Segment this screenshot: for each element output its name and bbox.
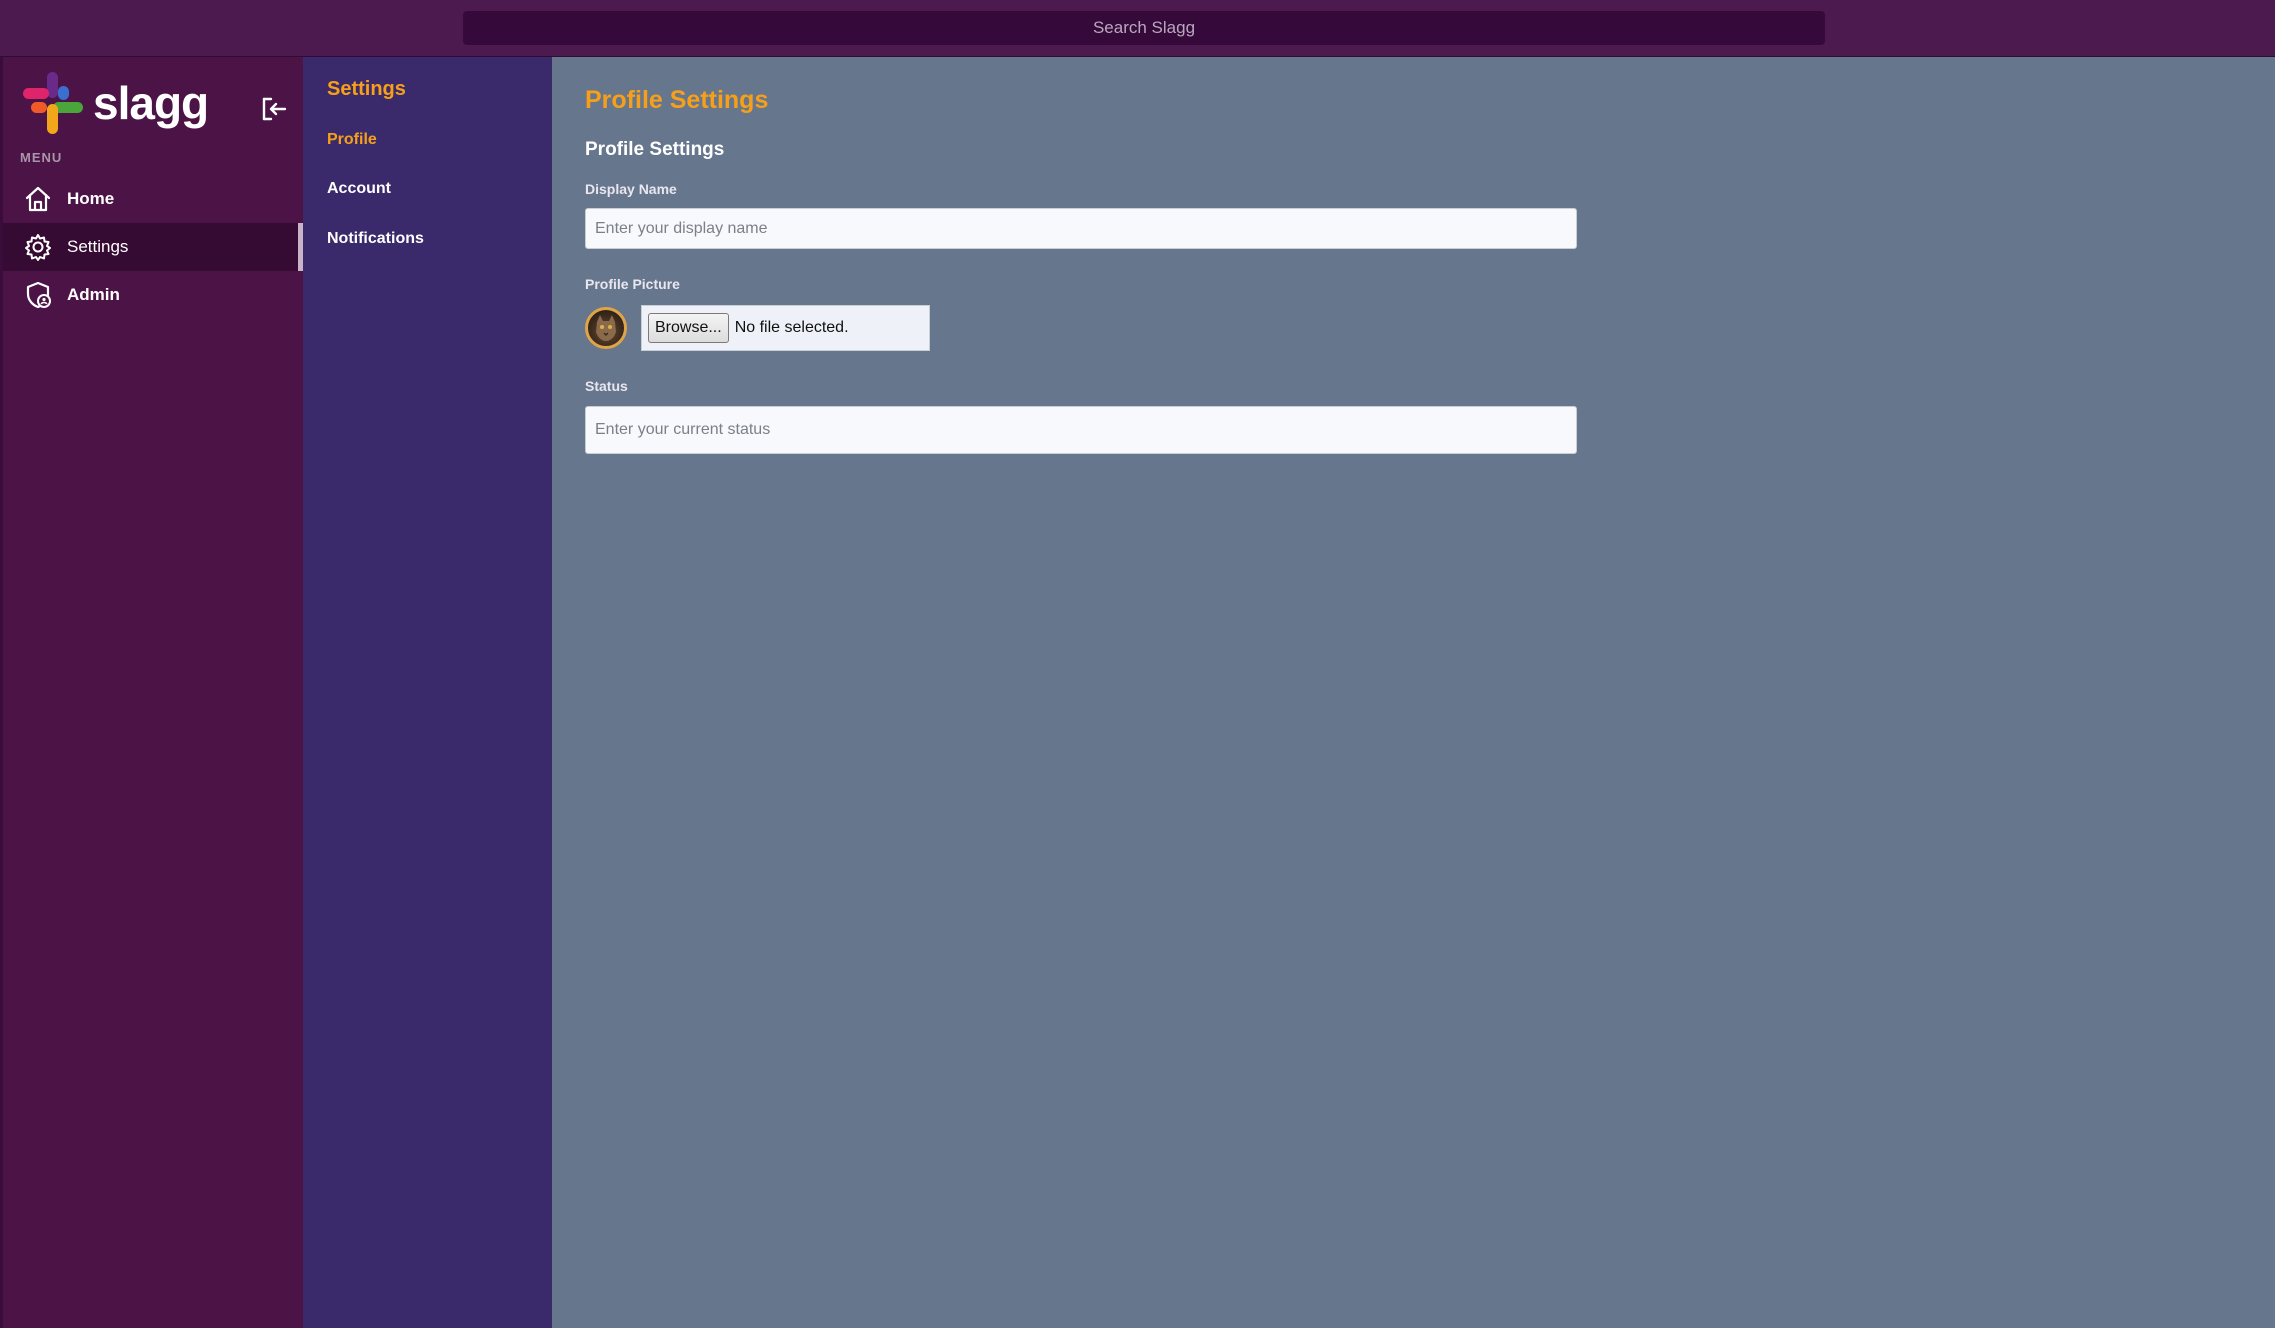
subnav-item-notifications[interactable]: Notifications bbox=[327, 230, 424, 248]
main-content: Profile Settings Profile Settings Displa… bbox=[552, 57, 2275, 1328]
search-input[interactable]: Search Slagg bbox=[463, 11, 1825, 45]
display-name-field[interactable] bbox=[585, 208, 1577, 249]
shield-user-icon bbox=[26, 281, 51, 309]
brand-name: slagg bbox=[93, 77, 209, 129]
sidebar-item-label: Home bbox=[67, 189, 115, 208]
subnav-title: Settings bbox=[327, 78, 406, 100]
brand-logo[interactable]: slagg bbox=[23, 72, 209, 134]
avatar bbox=[585, 307, 627, 349]
section-title: Profile Settings bbox=[585, 139, 725, 160]
sidebar-item-label: Settings bbox=[67, 237, 129, 256]
profile-picture-label: Profile Picture bbox=[585, 276, 680, 292]
subnav-item-profile[interactable]: Profile bbox=[327, 131, 377, 149]
profile-picture-file-input[interactable]: Browse... No file selected. bbox=[641, 305, 930, 351]
file-status-text: No file selected. bbox=[734, 319, 849, 336]
status-label: Status bbox=[585, 378, 628, 394]
sidebar-item-home[interactable]: Home bbox=[3, 175, 303, 223]
gear-icon bbox=[25, 234, 51, 261]
top-bar: Search Slagg bbox=[0, 0, 2275, 57]
menu-label: MENU bbox=[20, 150, 63, 165]
browse-button[interactable]: Browse... bbox=[648, 313, 729, 343]
sidebar-item-admin[interactable]: Admin bbox=[3, 271, 303, 319]
status-field[interactable] bbox=[585, 406, 1577, 454]
sidebar-item-settings[interactable]: Settings bbox=[3, 223, 303, 271]
subnav-item-account[interactable]: Account bbox=[327, 180, 391, 198]
sidebar-item-label: Admin bbox=[67, 285, 120, 304]
slagg-logo-icon bbox=[23, 72, 85, 134]
settings-subnav: Settings Profile Account Notifications bbox=[303, 57, 552, 1328]
page-title: Profile Settings bbox=[585, 86, 769, 114]
collapse-sidebar-button[interactable] bbox=[257, 92, 291, 126]
display-name-label: Display Name bbox=[585, 181, 677, 197]
sidebar: slagg MENU Home Settings Admin bbox=[0, 57, 303, 1328]
logout-arrow-icon bbox=[262, 97, 287, 121]
home-icon bbox=[25, 186, 51, 212]
